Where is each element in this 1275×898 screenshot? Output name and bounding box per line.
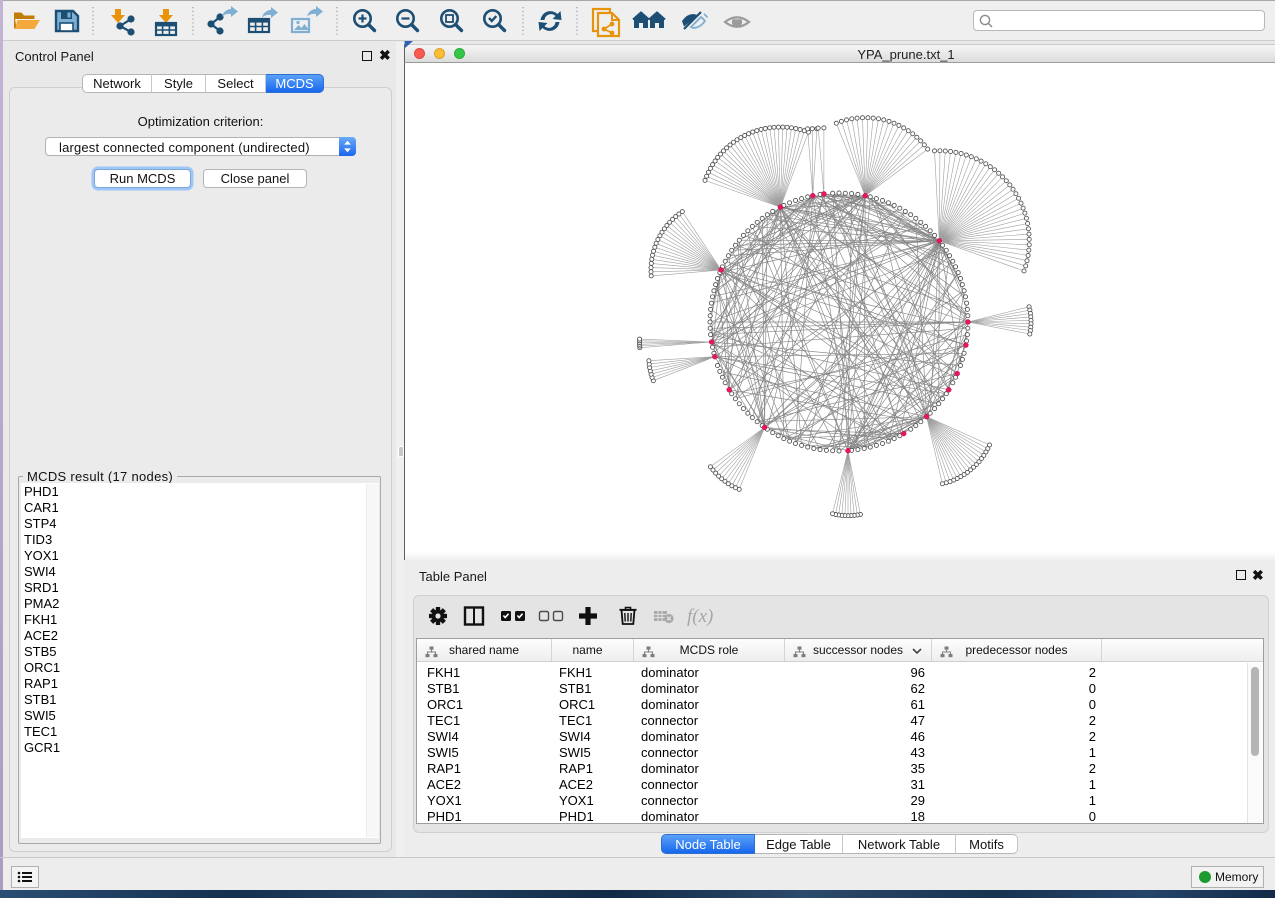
svg-text:f(x): f(x) — [687, 606, 713, 627]
